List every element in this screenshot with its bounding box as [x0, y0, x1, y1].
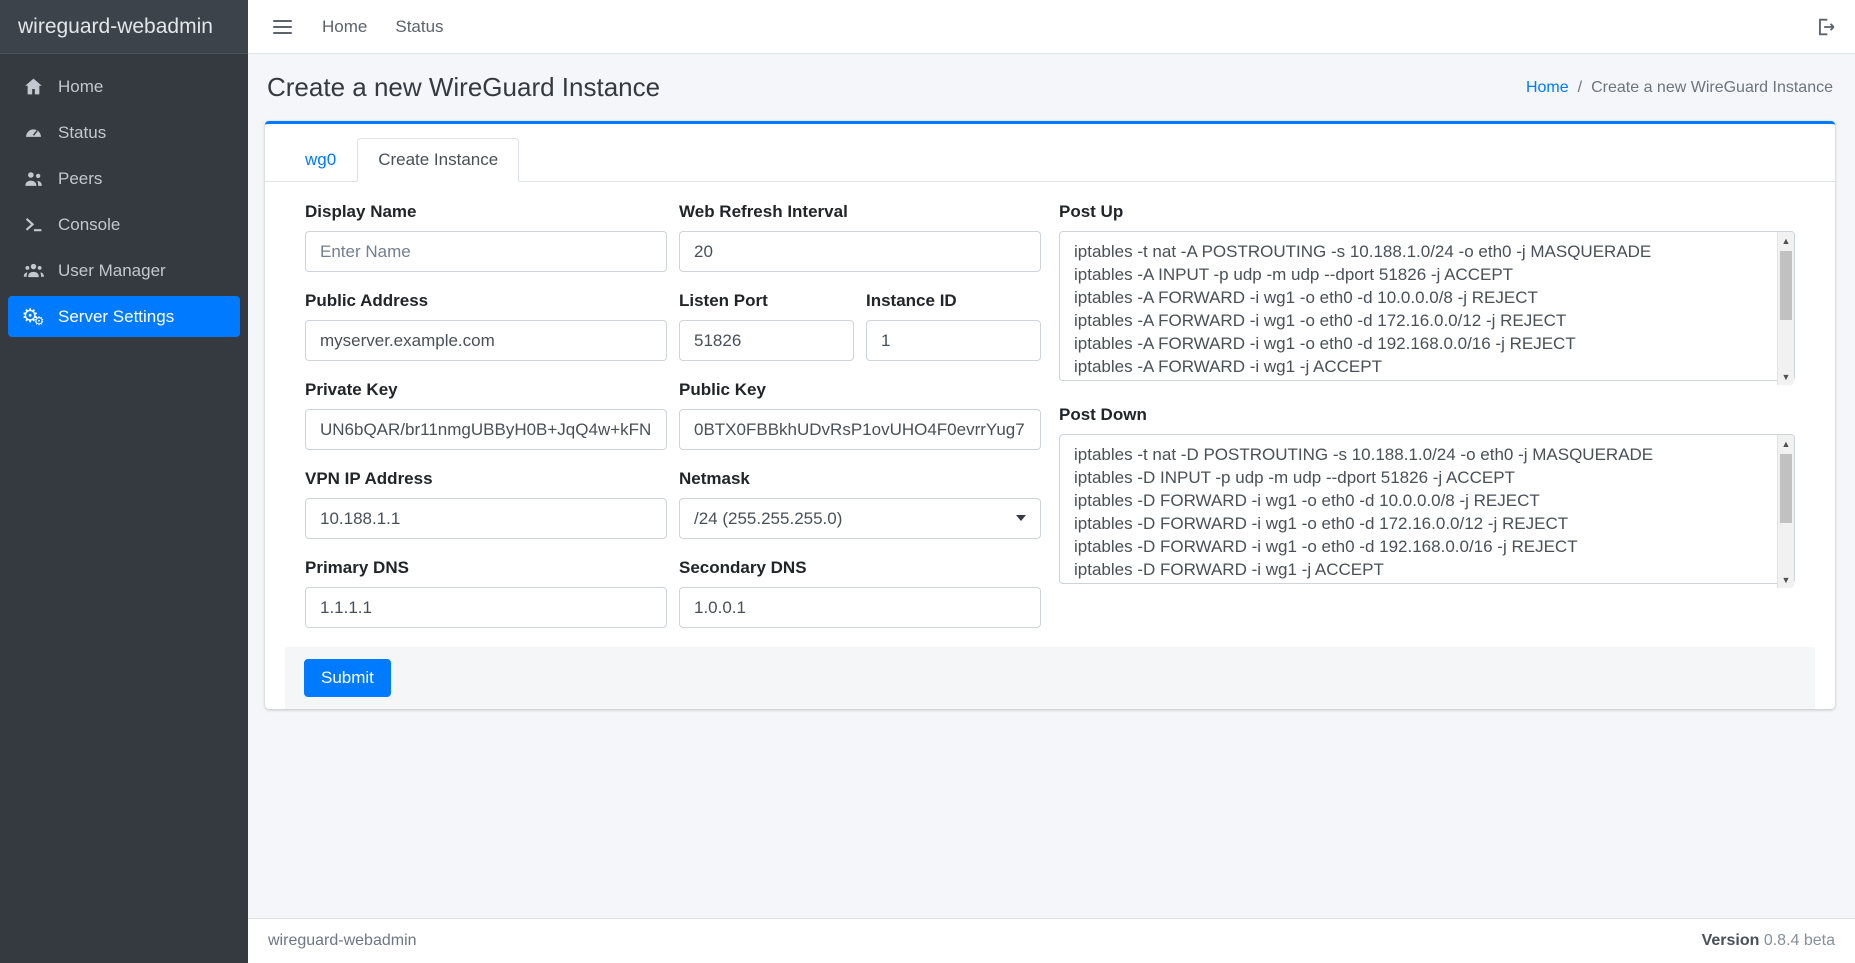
vpn-ip-label: VPN IP Address [305, 469, 667, 489]
card-body: Display Name Web Refresh Interval Public… [265, 182, 1835, 647]
home-icon [20, 76, 46, 97]
post-up-scrollbar[interactable]: ▲ ▼ [1777, 232, 1794, 385]
secondary-dns-label: Secondary DNS [679, 558, 1041, 578]
scroll-down-arrow[interactable]: ▼ [1778, 368, 1794, 385]
form-left-column: Display Name Web Refresh Interval Public… [305, 202, 1041, 647]
instance-id-label: Instance ID [866, 291, 1041, 311]
sidebar-item-label: Peers [58, 169, 102, 189]
post-down-scrollbar[interactable]: ▲ ▼ [1777, 435, 1794, 588]
footer-version: Version 0.8.4 beta [1702, 932, 1835, 950]
public-key-input[interactable] [679, 409, 1041, 450]
sidebar-item-label: Status [58, 123, 106, 143]
public-address-input[interactable] [305, 320, 667, 361]
sidebar-item-status[interactable]: Status [8, 112, 240, 153]
private-key-input[interactable] [305, 409, 667, 450]
page-title: Create a new WireGuard Instance [267, 72, 660, 103]
content-area: Create a new WireGuard Instance Home / C… [248, 54, 1855, 918]
sidebar-item-label: User Manager [58, 261, 166, 281]
gears-icon: ⚙⚙ [20, 306, 46, 327]
content-header: Create a new WireGuard Instance Home / C… [265, 72, 1835, 103]
netmask-select-wrap: /24 (255.255.255.0) [679, 498, 1041, 539]
sidebar-item-label: Console [58, 215, 120, 235]
listen-port-label: Listen Port [679, 291, 854, 311]
submit-button[interactable]: Submit [304, 659, 391, 697]
main-column: Home Status Create a new WireGuard Insta… [248, 0, 1855, 963]
brand-link[interactable]: wireguard-webadmin [0, 0, 248, 54]
scrollbar-thumb[interactable] [1780, 251, 1792, 320]
footer-app-name: wireguard-webadmin [268, 932, 417, 950]
submit-band: Submit [285, 647, 1815, 709]
page-footer: wireguard-webadmin Version 0.8.4 beta [248, 918, 1855, 963]
version-value: 0.8.4 beta [1764, 932, 1835, 949]
listen-port-input[interactable] [679, 320, 854, 361]
top-navbar: Home Status [248, 0, 1855, 54]
sidebar-item-peers[interactable]: Peers [8, 158, 240, 199]
display-name-input[interactable] [305, 231, 667, 272]
scroll-up-arrow[interactable]: ▲ [1778, 232, 1794, 249]
sidebar-item-home[interactable]: Home [8, 66, 240, 107]
scroll-down-arrow[interactable]: ▼ [1778, 571, 1794, 588]
post-down-textarea[interactable]: iptables -t nat -D POSTROUTING -s 10.188… [1059, 434, 1795, 584]
post-down-label: Post Down [1059, 405, 1795, 425]
sidebar-item-console[interactable]: Console [8, 204, 240, 245]
display-name-label: Display Name [305, 202, 667, 222]
sign-out-icon[interactable] [1814, 16, 1836, 38]
scrollbar-track[interactable] [1778, 452, 1794, 571]
post-up-label: Post Up [1059, 202, 1795, 222]
breadcrumb: Home / Create a new WireGuard Instance [1526, 79, 1833, 97]
users-icon [20, 260, 46, 281]
breadcrumb-current: Create a new WireGuard Instance [1591, 79, 1833, 97]
post-up-textarea[interactable]: iptables -t nat -A POSTROUTING -s 10.188… [1059, 231, 1795, 381]
navbar-link-home[interactable]: Home [308, 17, 381, 37]
form-right-column: Post Up iptables -t nat -A POSTROUTING -… [1059, 202, 1795, 647]
netmask-select[interactable]: /24 (255.255.255.0) [679, 498, 1041, 539]
sidebar: wireguard-webadmin Home Status Peers Con… [0, 0, 248, 963]
instance-card: wg0 Create Instance Display Name Web Ref… [265, 121, 1835, 709]
sidebar-item-label: Server Settings [58, 307, 174, 327]
card-tabs: wg0 Create Instance [265, 124, 1835, 182]
private-key-label: Private Key [305, 380, 667, 400]
sidebar-item-label: Home [58, 77, 103, 97]
primary-dns-input[interactable] [305, 587, 667, 628]
sidebar-toggle-icon[interactable] [267, 14, 298, 40]
version-label: Version [1702, 932, 1760, 949]
breadcrumb-home-link[interactable]: Home [1526, 79, 1569, 97]
public-key-label: Public Key [679, 380, 1041, 400]
secondary-dns-input[interactable] [679, 587, 1041, 628]
instance-id-input[interactable] [866, 320, 1041, 361]
tab-wg0[interactable]: wg0 [284, 138, 357, 182]
scroll-up-arrow[interactable]: ▲ [1778, 435, 1794, 452]
sidebar-item-server-settings[interactable]: ⚙⚙ Server Settings [8, 296, 240, 337]
peers-icon [20, 168, 46, 189]
breadcrumb-separator: / [1578, 79, 1582, 97]
tab-create-instance[interactable]: Create Instance [357, 138, 519, 182]
navbar-link-status[interactable]: Status [381, 17, 457, 37]
netmask-label: Netmask [679, 469, 1041, 489]
web-refresh-interval-label: Web Refresh Interval [679, 202, 1041, 222]
primary-dns-label: Primary DNS [305, 558, 667, 578]
scrollbar-thumb[interactable] [1780, 454, 1792, 523]
web-refresh-interval-input[interactable] [679, 231, 1041, 272]
vpn-ip-input[interactable] [305, 498, 667, 539]
terminal-icon [20, 214, 46, 235]
scrollbar-track[interactable] [1778, 249, 1794, 368]
public-address-label: Public Address [305, 291, 667, 311]
sidebar-item-user-manager[interactable]: User Manager [8, 250, 240, 291]
gauge-icon [20, 122, 46, 143]
sidebar-nav: Home Status Peers Console User Manager [0, 54, 248, 354]
